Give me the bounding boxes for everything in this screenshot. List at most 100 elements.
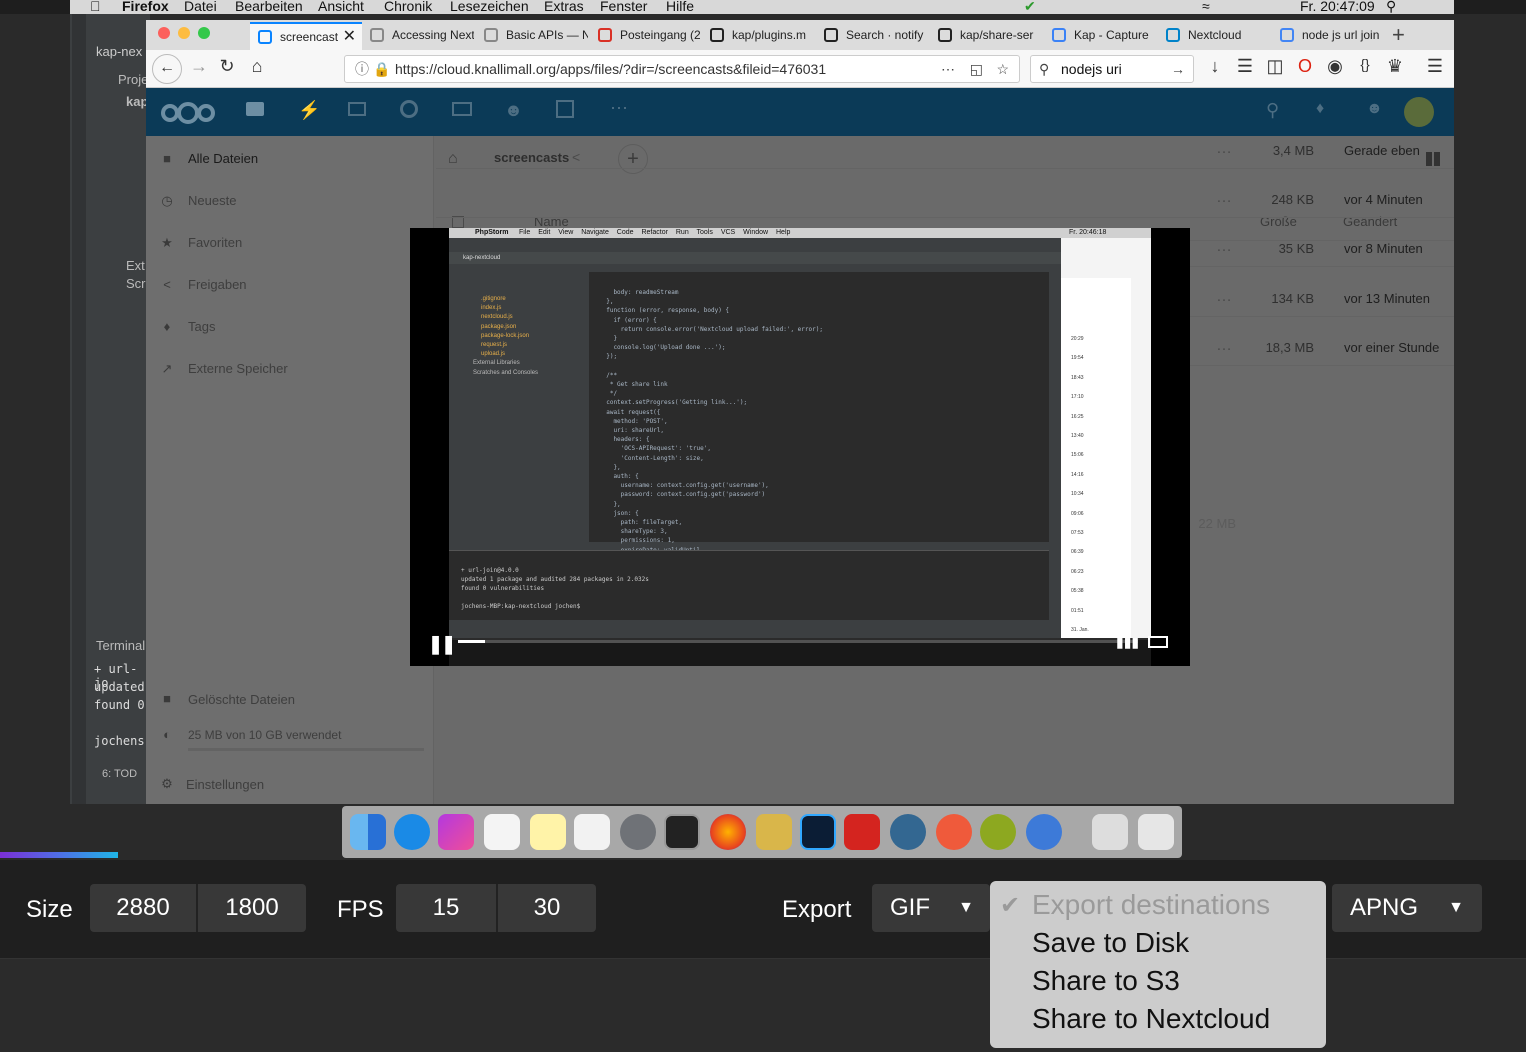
- format2-select[interactable]: APNG ▼: [1332, 884, 1482, 932]
- phpstorm-icon[interactable]: [438, 814, 474, 850]
- tab-3[interactable]: Posteingang (2: [590, 22, 700, 50]
- downloads-icon[interactable]: ↓: [1202, 56, 1228, 77]
- talk-app-icon[interactable]: [400, 100, 418, 118]
- tab-close-icon[interactable]: ✕: [343, 24, 356, 50]
- tab-5[interactable]: Search · notify: [816, 22, 928, 50]
- reminders-icon[interactable]: [574, 814, 610, 850]
- photoshop-icon[interactable]: [800, 814, 836, 850]
- fullscreen-icon[interactable]: [1148, 636, 1168, 648]
- firefox-icon[interactable]: [710, 814, 746, 850]
- opera-icon[interactable]: O: [1292, 56, 1318, 77]
- mail-dock-icon[interactable]: [1026, 814, 1062, 850]
- calendar-app-icon[interactable]: [556, 100, 574, 118]
- pocket-icon[interactable]: ◱: [970, 56, 983, 82]
- more-apps-icon[interactable]: ⋯: [610, 98, 628, 119]
- downloads-stack-icon[interactable]: [1092, 814, 1128, 850]
- url-bar[interactable]: ⓘ 🔒 https://cloud.knallimall.org/apps/fi…: [344, 55, 1020, 83]
- menu-app-name[interactable]: Firefox: [122, 0, 169, 14]
- trash-dock-icon[interactable]: [1138, 814, 1174, 850]
- bookmark-star-icon[interactable]: ☆: [996, 56, 1009, 82]
- notes-icon[interactable]: [530, 814, 566, 850]
- back-button[interactable]: ←: [152, 54, 182, 84]
- search-input[interactable]: ⚲ nodejs uri →: [1030, 55, 1194, 83]
- terminal-icon[interactable]: [664, 814, 700, 850]
- menu-item-share-s3[interactable]: Share to S3: [1032, 965, 1180, 997]
- search-go-icon[interactable]: →: [1171, 56, 1185, 82]
- notifications-icon[interactable]: ♦: [1316, 100, 1324, 118]
- home-icon[interactable]: ⌂: [244, 56, 270, 77]
- sequel-pro-icon[interactable]: [756, 814, 792, 850]
- wifi-icon[interactable]: ≈: [1202, 0, 1210, 14]
- paw-icon[interactable]: [936, 814, 972, 850]
- window-close-button[interactable]: [158, 27, 170, 39]
- menu-chronik[interactable]: Chronik: [384, 0, 432, 14]
- format-select[interactable]: GIF ▼: [872, 884, 990, 932]
- finder-icon[interactable]: [350, 814, 386, 850]
- tab-9[interactable]: node js url join: [1272, 22, 1384, 50]
- extension-icon[interactable]: ◉: [1322, 56, 1348, 77]
- window-zoom-button[interactable]: [198, 27, 210, 39]
- fps-30-option[interactable]: 30: [496, 884, 596, 932]
- height-input[interactable]: 1800: [196, 884, 306, 932]
- tab-7[interactable]: Kap - Capture: [1044, 22, 1156, 50]
- sidebar-icon[interactable]: ◫: [1262, 56, 1288, 77]
- sidebar-item-external-storage[interactable]: Externe Speicher: [188, 361, 288, 376]
- ide-todo-tab[interactable]: 6: TOD: [102, 768, 137, 780]
- forward-button[interactable]: →: [186, 56, 212, 77]
- sidebar-item-recent[interactable]: Neueste: [188, 193, 236, 208]
- avatar[interactable]: [1404, 97, 1434, 127]
- menu-item-share-nextcloud[interactable]: Share to Nextcloud: [1032, 1003, 1270, 1035]
- apple-icon[interactable]: : [90, 0, 101, 14]
- safari-icon[interactable]: [394, 814, 430, 850]
- nc-search-icon[interactable]: ⚲: [1266, 100, 1279, 121]
- breadcrumb[interactable]: screencasts: [494, 150, 569, 165]
- json-extension-icon[interactable]: {}: [1352, 56, 1378, 72]
- menu-ansicht[interactable]: Ansicht: [318, 0, 364, 14]
- rubymine-icon[interactable]: [844, 814, 880, 850]
- activity-app-icon[interactable]: ⚡: [298, 100, 320, 121]
- share-breadcrumb-icon[interactable]: <: [572, 149, 580, 165]
- reload-button[interactable]: ↻: [214, 56, 240, 77]
- spotlight-icon[interactable]: ⚲: [1386, 0, 1396, 14]
- ide-terminal-label[interactable]: Terminal: [96, 638, 145, 653]
- info-icon[interactable]: ⓘ: [355, 56, 369, 82]
- sidebar-item-all-files[interactable]: Alle Dateien: [188, 151, 258, 166]
- tab-8[interactable]: Nextcloud: [1158, 22, 1270, 50]
- contacts-app-icon[interactable]: ☻: [504, 100, 523, 121]
- new-tab-button[interactable]: +: [1392, 22, 1405, 48]
- files-app-icon[interactable]: [246, 102, 264, 116]
- sidebar-item-deleted[interactable]: Gelöschte Dateien: [188, 692, 295, 707]
- menu-lesezeichen[interactable]: Lesezeichen: [450, 0, 529, 14]
- sidebar-item-settings[interactable]: Einstellungen: [186, 777, 264, 792]
- tab-0[interactable]: screencast ✕: [250, 22, 362, 50]
- window-minimize-button[interactable]: [178, 27, 190, 39]
- menu-datei[interactable]: Datei: [184, 0, 217, 14]
- sidebar-item-shares[interactable]: Freigaben: [188, 277, 247, 292]
- status-check-icon[interactable]: ✔: [1024, 0, 1036, 14]
- volume-icon[interactable]: ▮▮▮: [1116, 634, 1139, 651]
- grid-view-icon[interactable]: [1426, 152, 1440, 166]
- width-input[interactable]: 2880: [90, 884, 196, 932]
- menu-extras[interactable]: Extras: [544, 0, 584, 14]
- contacts-menu-icon[interactable]: ☻: [1366, 100, 1383, 118]
- system-preferences-icon[interactable]: [620, 814, 656, 850]
- menu-item-save-to-disk[interactable]: Save to Disk: [1032, 927, 1189, 959]
- calendar-icon[interactable]: [484, 814, 520, 850]
- extension-2-icon[interactable]: ♛: [1382, 56, 1408, 77]
- nextcloud-logo-icon[interactable]: [158, 100, 218, 126]
- seek-bar[interactable]: [458, 640, 1138, 643]
- menu-hilfe[interactable]: Hilfe: [666, 0, 694, 14]
- menubar-clock[interactable]: Fr. 20:47:09: [1300, 0, 1375, 14]
- library-icon[interactable]: ☰: [1232, 56, 1258, 77]
- page-actions-icon[interactable]: ⋯: [941, 56, 955, 82]
- video-player[interactable]: PhpStorm File Edit View Navigate Code Re…: [410, 228, 1190, 666]
- gallery-app-icon[interactable]: [348, 102, 366, 116]
- menu-bearbeiten[interactable]: Bearbeiten: [235, 0, 303, 14]
- new-file-button[interactable]: +: [618, 144, 648, 174]
- pause-icon[interactable]: ❚❚: [428, 634, 456, 655]
- menu-icon[interactable]: ☰: [1422, 56, 1448, 77]
- tab-1[interactable]: Accessing Nextclo: [362, 22, 474, 50]
- home-breadcrumb-icon[interactable]: ⌂: [448, 150, 458, 168]
- tab-4[interactable]: kap/plugins.m: [702, 22, 814, 50]
- sidebar-item-favorites[interactable]: Favoriten: [188, 235, 242, 250]
